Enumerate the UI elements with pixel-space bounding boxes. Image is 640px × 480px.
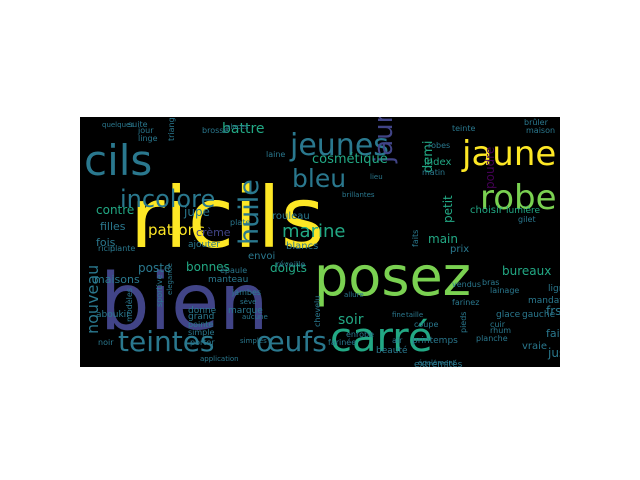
word-15: marine bbox=[282, 221, 345, 242]
word-51: gilet bbox=[518, 215, 536, 224]
word-12: huile bbox=[234, 179, 265, 245]
word-41: bureaux bbox=[502, 264, 551, 278]
word-68: linge bbox=[138, 134, 158, 143]
word-27: jupe bbox=[183, 205, 210, 219]
word-2: posez bbox=[314, 245, 471, 308]
word-42: faites bbox=[546, 327, 560, 340]
word-75: ajouter bbox=[188, 240, 220, 250]
word-83: faits bbox=[411, 230, 420, 247]
word-106: fine bbox=[392, 311, 405, 319]
word-99: sève bbox=[240, 298, 256, 306]
word-cloud-canvas: ricilsbien posezcarrécils jeunes jaunerobei… bbox=[83, 117, 560, 367]
word-92: réveille bbox=[276, 259, 305, 269]
word-31: petit bbox=[441, 195, 455, 223]
word-80: planche bbox=[476, 334, 508, 343]
word-74: triangle bbox=[167, 117, 176, 141]
word-105: allure bbox=[344, 291, 364, 299]
word-47: glace bbox=[496, 310, 521, 320]
word-57: manteau bbox=[208, 275, 248, 285]
word-55: plante bbox=[110, 244, 135, 253]
word-108: quelques bbox=[102, 121, 134, 129]
word-52: robes bbox=[428, 141, 450, 150]
word-66: noir bbox=[98, 338, 114, 347]
word-4: cils bbox=[84, 136, 152, 185]
word-cloud: ricils bien posez carré cils jeunes jaune robe i… bbox=[80, 117, 560, 367]
word-21: soir bbox=[338, 312, 364, 328]
word-73: laine bbox=[266, 150, 285, 159]
word-95: lieu bbox=[370, 173, 383, 181]
word-79: coupe bbox=[414, 320, 438, 329]
word-81: farinez bbox=[452, 298, 479, 307]
word-103: farinée bbox=[328, 337, 356, 347]
word-94: places bbox=[226, 123, 249, 131]
word-65: aboukir bbox=[96, 310, 130, 320]
word-85: maison bbox=[526, 126, 555, 135]
word-35: choisir bbox=[470, 205, 504, 216]
word-40: blancs bbox=[286, 241, 318, 252]
word-25: maisons bbox=[94, 273, 140, 286]
word-6: jaune bbox=[461, 134, 556, 174]
word-24: filles bbox=[100, 220, 126, 233]
word-38: rouleau bbox=[272, 211, 310, 222]
word-90: rhum bbox=[490, 326, 511, 335]
word-46: printemps bbox=[412, 336, 458, 346]
word-62: porter bbox=[190, 338, 215, 347]
word-37: prix bbox=[450, 244, 469, 255]
word-64: sportive bbox=[155, 274, 164, 307]
word-104: chevelu bbox=[313, 296, 322, 327]
word-34: jus bbox=[547, 346, 560, 360]
word-9: bleu bbox=[292, 164, 346, 193]
word-18: cosmétique bbox=[312, 152, 388, 167]
word-23: contre bbox=[96, 203, 134, 217]
word-93: pieds bbox=[459, 312, 468, 333]
word-72: épaule bbox=[220, 265, 247, 275]
word-82: vendus bbox=[452, 280, 481, 289]
word-44: beauté bbox=[376, 345, 408, 356]
word-28: crème bbox=[196, 226, 231, 239]
word-69: brosse bbox=[202, 126, 228, 135]
word-71: jambes bbox=[231, 288, 261, 297]
word-88: air bbox=[392, 336, 403, 345]
word-48: gauche bbox=[522, 310, 556, 320]
word-49: ligne bbox=[548, 284, 560, 294]
word-97: également bbox=[418, 359, 456, 367]
word-96: elegance bbox=[166, 263, 174, 295]
word-78: mandat bbox=[528, 296, 560, 306]
word-102: brillantes bbox=[342, 191, 375, 199]
word-53: matin bbox=[422, 168, 445, 177]
word-77: lainage bbox=[490, 286, 519, 295]
word-39: envoi bbox=[248, 251, 275, 262]
word-32: poudre bbox=[483, 147, 497, 189]
word-100: aucune bbox=[242, 313, 268, 321]
word-87: application bbox=[200, 355, 239, 363]
word-101: plate bbox=[230, 218, 250, 227]
word-98: simples bbox=[240, 337, 267, 345]
word-107: taille bbox=[406, 311, 423, 319]
word-36: index bbox=[424, 157, 451, 168]
word-43: vraie bbox=[522, 341, 547, 352]
word-86: teinte bbox=[452, 124, 475, 133]
word-60: simple bbox=[188, 328, 214, 337]
